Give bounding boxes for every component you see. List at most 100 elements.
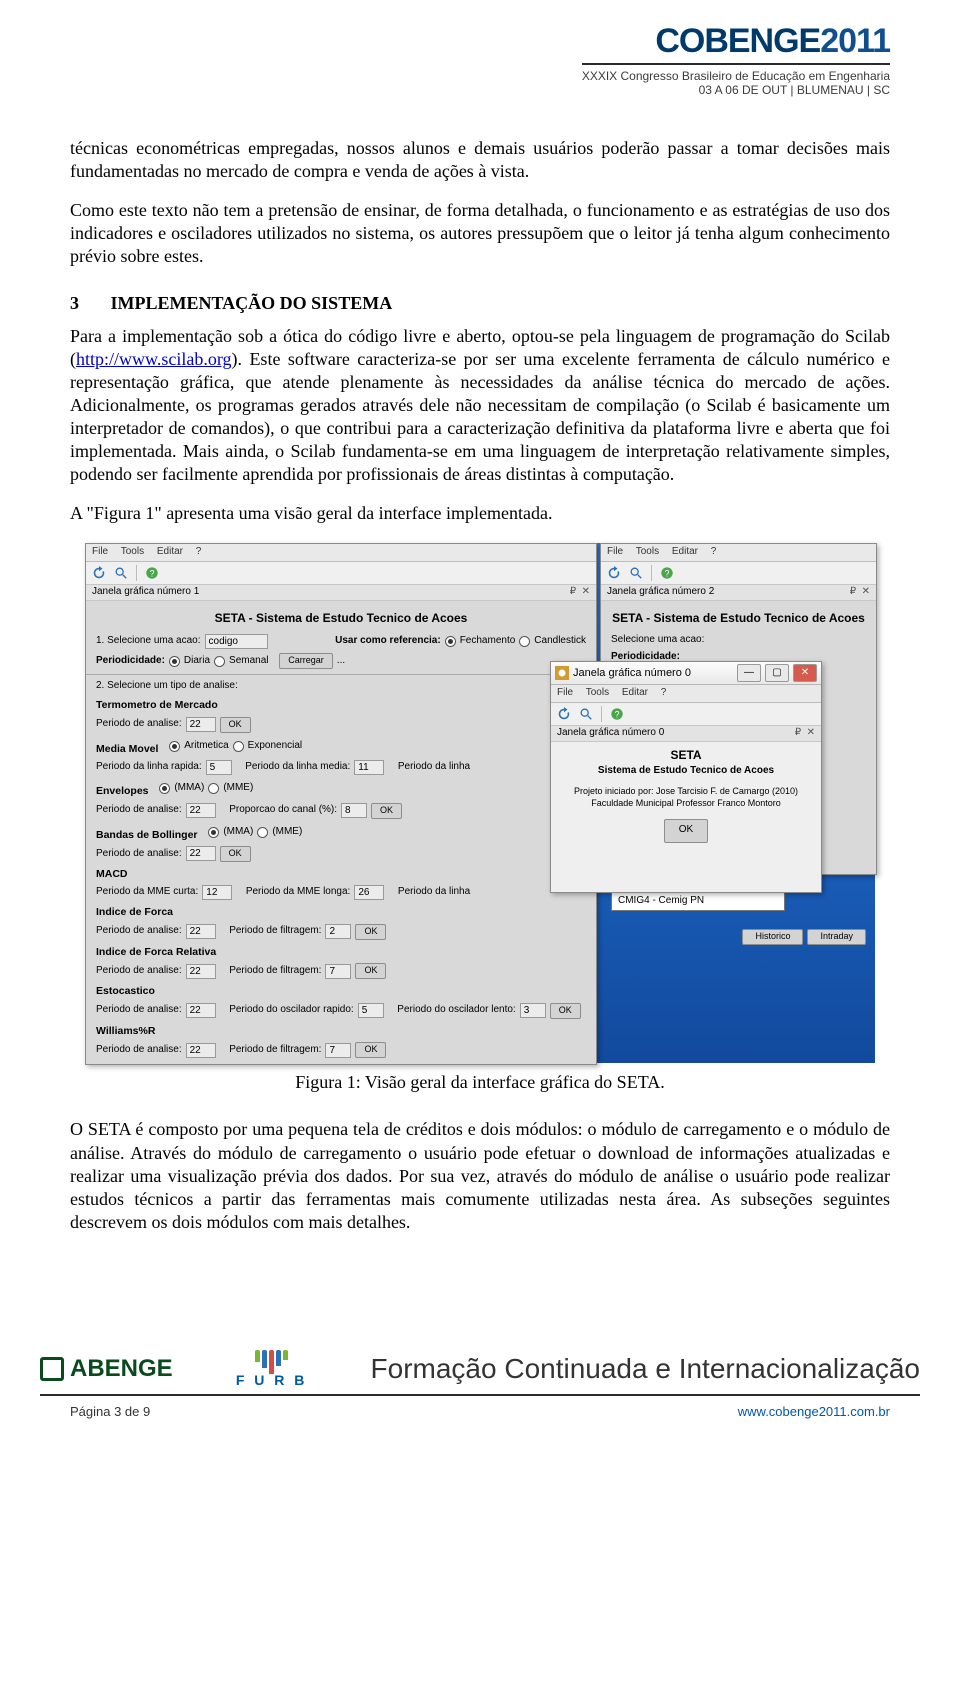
c-menu-editar[interactable]: Editar [622, 687, 648, 698]
win1-app-title: SETA - Sistema de Estudo Tecnico de Acoe… [96, 611, 586, 626]
env-ok-button[interactable]: OK [371, 803, 402, 819]
c-menu-help[interactable]: ? [661, 687, 667, 698]
zoom-icon[interactable] [114, 566, 128, 580]
wr-periodo-input[interactable]: 22 [186, 1043, 216, 1058]
w2-rotate-icon[interactable] [607, 566, 621, 580]
c-menu-tools[interactable]: Tools [586, 687, 609, 698]
radio-boll-mma[interactable] [208, 827, 219, 838]
candlestick-label: Candlestick [534, 635, 586, 648]
mme-curta-input[interactable]: 12 [202, 885, 232, 900]
wr-filtragem-input[interactable]: 7 [325, 1043, 351, 1058]
term-ok-button[interactable]: OK [220, 717, 251, 733]
wr-filtragem-label: Periodo de filtragem: [229, 1044, 321, 1057]
intraday-button[interactable]: Intraday [807, 929, 866, 945]
window-analysis: File Tools Editar ? ? Janela gráfica núm… [85, 543, 597, 1065]
header-logo-block: COBENGE2011 XXXIX Congresso Brasileiro d… [582, 22, 890, 97]
scilab-icon [555, 666, 569, 680]
paragraph-5: O SETA é composto por uma pequena tela d… [70, 1118, 890, 1233]
desktop-background: File Tools Editar ? ? Janela gráfica núm… [85, 543, 875, 1063]
page-number: Página 3 de 9 [70, 1404, 150, 1419]
radio-boll-mme[interactable] [257, 827, 268, 838]
credits-titlebar: Janela gráfica número 0 — ▢ ✕ [551, 662, 821, 685]
furb-bars-icon [236, 1350, 308, 1374]
menu-editar[interactable]: Editar [157, 546, 183, 557]
radio-aritmetica[interactable] [169, 741, 180, 752]
win1-titlestrip-label: Janela gráfica número 1 [92, 586, 199, 599]
forca-rel-periodo-input[interactable]: 22 [186, 964, 216, 979]
maximize-button[interactable]: ▢ [765, 664, 789, 682]
section-3-number: 3 [70, 293, 79, 313]
linha-rapida-input[interactable]: 5 [206, 760, 232, 775]
win2-pin-close[interactable]: ₽ ✕ [850, 586, 870, 599]
c-rotate-icon[interactable] [557, 707, 571, 721]
mme-longa-input[interactable]: 26 [354, 885, 384, 900]
w2-info-icon[interactable]: ? [660, 566, 674, 580]
env-periodo-input[interactable]: 22 [186, 803, 216, 818]
w2-menu-tools[interactable]: Tools [636, 546, 659, 557]
williams-header: Williams%R [96, 1025, 586, 1038]
rotate-icon[interactable] [92, 566, 106, 580]
radio-env-mma[interactable] [159, 783, 170, 794]
cobenge-logo: COBENGE2011 [582, 22, 890, 61]
term-periodo-input[interactable]: 22 [186, 717, 216, 732]
radio-diaria[interactable] [169, 656, 180, 667]
estoc-ok-button[interactable]: OK [550, 1003, 581, 1019]
step1-label: 1. Selecione uma acao: [96, 635, 201, 648]
prop-canal-label: Proporcao do canal (%): [229, 804, 337, 817]
credits-chrome-title: Janela gráfica número 0 [573, 666, 691, 680]
linha-media-input[interactable]: 11 [354, 760, 384, 775]
input-codigo[interactable]: codigo [205, 634, 268, 649]
menu-help[interactable]: ? [196, 546, 202, 557]
exponencial-label: Exponencial [248, 740, 302, 753]
credits-menubar[interactable]: File Tools Editar ? [551, 685, 821, 703]
win1-divider-1 [86, 674, 596, 675]
w2-zoom-icon[interactable] [629, 566, 643, 580]
credits-subtitle: Sistema de Estudo Tecnico de Acoes [561, 765, 811, 778]
paragraph-4: A "Figura 1" apresenta uma visão geral d… [70, 502, 890, 525]
win2-menubar[interactable]: File Tools Editar ? [601, 544, 876, 562]
radio-fechamento[interactable] [445, 636, 456, 647]
abenge-box-icon [40, 1357, 64, 1381]
estoc-periodo-input[interactable]: 22 [186, 1003, 216, 1018]
forca-ok-button[interactable]: OK [355, 924, 386, 940]
forca-rel-filtragem-input[interactable]: 7 [325, 964, 351, 979]
radio-env-mme[interactable] [208, 783, 219, 794]
w2-menu-file[interactable]: File [607, 546, 623, 557]
credits-pin-close[interactable]: ₽ ✕ [795, 727, 815, 740]
radio-exponencial[interactable] [233, 741, 244, 752]
boll-ok-button[interactable]: OK [220, 846, 251, 862]
w2-menu-help[interactable]: ? [711, 546, 717, 557]
radio-semanal[interactable] [214, 656, 225, 667]
forca-periodo-input[interactable]: 22 [186, 924, 216, 939]
win1-menubar[interactable]: File Tools Editar ? [86, 544, 596, 562]
c-menu-file[interactable]: File [557, 687, 573, 698]
forca-filtragem-input[interactable]: 2 [325, 924, 351, 939]
w2-menu-editar[interactable]: Editar [672, 546, 698, 557]
wr-ok-button[interactable]: OK [355, 1042, 386, 1058]
osc-rapido-input[interactable]: 5 [358, 1003, 384, 1018]
list-item[interactable]: CMIG4 - Cemig PN [618, 894, 778, 908]
osc-lento-input[interactable]: 3 [520, 1003, 546, 1018]
svg-text:?: ? [615, 710, 620, 720]
close-button[interactable]: ✕ [793, 664, 817, 682]
diaria-label: Diaria [184, 655, 210, 668]
info-icon[interactable]: ? [145, 566, 159, 580]
minimize-button[interactable]: — [737, 664, 761, 682]
menu-file[interactable]: File [92, 546, 108, 557]
historico-button[interactable]: Historico [742, 929, 803, 945]
c-info-icon[interactable]: ? [610, 707, 624, 721]
credits-ok-button[interactable]: OK [664, 819, 708, 843]
prop-canal-input[interactable]: 8 [341, 803, 367, 818]
boll-periodo-input[interactable]: 22 [186, 846, 216, 861]
carregar-button[interactable]: Carregar [279, 653, 333, 669]
win1-pin-close[interactable]: ₽ ✕ [570, 586, 590, 599]
scilab-link[interactable]: http://www.scilab.org [76, 349, 232, 369]
forca-rel-ok-button[interactable]: OK [355, 963, 386, 979]
usar-ref-label: Usar como referencia: [335, 635, 441, 648]
menu-tools[interactable]: Tools [121, 546, 144, 557]
linha-cut-label: Periodo da linha [398, 761, 470, 774]
fechamento-label: Fechamento [460, 635, 516, 648]
radio-candlestick[interactable] [519, 636, 530, 647]
c-zoom-icon[interactable] [579, 707, 593, 721]
abenge-text: ABENGE [70, 1355, 173, 1383]
